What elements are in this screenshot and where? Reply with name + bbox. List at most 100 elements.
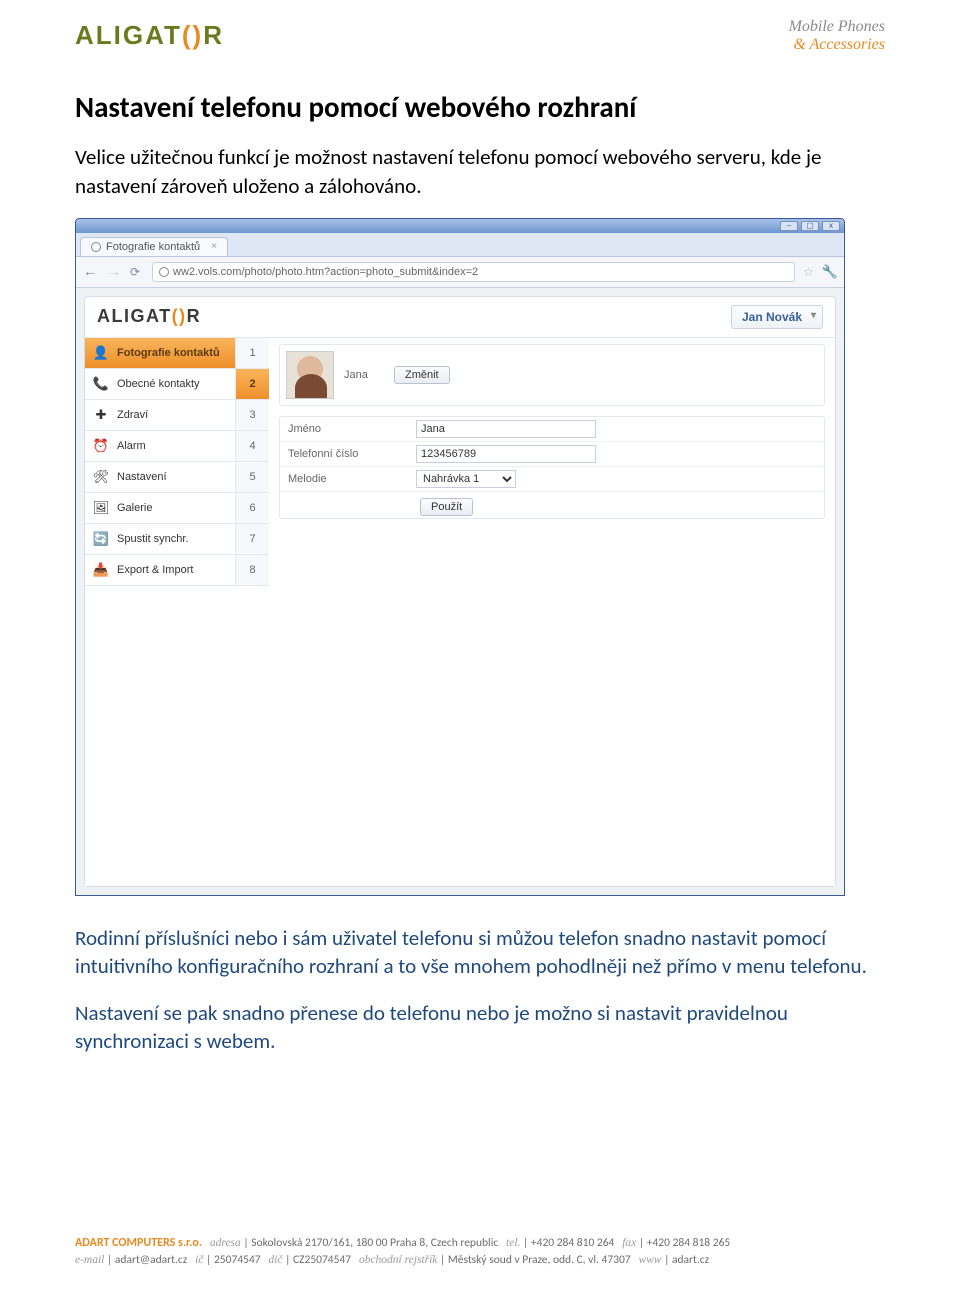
sidebar-item-4[interactable]: 🛠 Nastavení <box>85 462 235 493</box>
sidebar-item-7[interactable]: 📥 Export & Import <box>85 555 235 586</box>
tagline-line1: Mobile Phones <box>789 18 885 36</box>
intro-paragraph: Velice užitečnou funkcí je možnost nasta… <box>75 143 885 200</box>
number-item-8[interactable]: 8 <box>235 555 269 586</box>
reload-button[interactable]: ⟳ <box>130 265 144 279</box>
name-label: Jméno <box>280 419 410 439</box>
sidebar-item-0[interactable]: 👤 Fotografie kontaktů <box>85 338 235 369</box>
number-item-6[interactable]: 6 <box>235 493 269 524</box>
footer-address: Sokolovská 2170/161, 180 00 Praha 8, Cze… <box>251 1236 498 1250</box>
sidebar-item-label: Obecné kontakty <box>117 378 200 390</box>
logo-text-part1: ALIGAT <box>75 20 182 51</box>
app-logo-paren-close-icon: ) <box>179 306 187 327</box>
footer-www: adart.cz <box>672 1253 709 1267</box>
sidebar-item-3[interactable]: ⏰ Alarm <box>85 431 235 462</box>
number-item-4[interactable]: 4 <box>235 431 269 462</box>
footer-email: adart@adart.cz <box>115 1253 187 1267</box>
app-logo: ALIGAT ( ) R <box>97 306 201 327</box>
blank-area <box>85 586 835 886</box>
app-logo-part2: R <box>187 306 202 327</box>
user-chip[interactable]: Jan Novák <box>731 305 823 329</box>
photo-row: Jana Změnit <box>279 344 825 406</box>
close-button[interactable]: x <box>822 221 840 231</box>
menu-icon: 🖼 <box>93 500 109 516</box>
number-item-5[interactable]: 5 <box>235 462 269 493</box>
number-item-1[interactable]: 1 <box>235 338 269 369</box>
sidebar-item-label: Nastavení <box>117 471 167 483</box>
footer-ic: 25074547 <box>214 1253 261 1267</box>
menu-icon: ✚ <box>93 407 109 423</box>
menu-icon: ⏰ <box>93 438 109 454</box>
footer-reg: Městský soud v Praze, odd. C, vl. 47307 <box>448 1253 631 1267</box>
menu-icon: 🛠 <box>93 469 109 485</box>
menu-icon: 📥 <box>93 562 109 578</box>
sidebar-item-1[interactable]: 📞Obecné kontakty <box>85 369 235 400</box>
sidebar-item-label: Zdraví <box>117 409 148 421</box>
number-column: 12345678 <box>235 338 269 586</box>
number-item-2[interactable]: 2 <box>235 369 269 400</box>
photo-name: Jana <box>344 369 384 381</box>
logo: ALIGAT ( ) R <box>75 20 224 51</box>
phone-field[interactable] <box>416 445 596 463</box>
footer-fax: +420 284 818 265 <box>647 1236 730 1250</box>
site-globe-icon <box>159 267 169 277</box>
paragraph-2: Rodinní příslušníci nebo i sám uživatel … <box>75 924 885 981</box>
app-logo-part1: ALIGAT <box>97 306 172 327</box>
form-area: Jana Změnit Jméno Telefonní číslo <box>269 338 835 586</box>
footer-tel: +420 284 810 264 <box>531 1236 614 1250</box>
logo-paren-close-icon: ) <box>193 20 204 51</box>
form-table: Jméno Telefonní číslo Melodie <box>279 416 825 519</box>
number-item-7[interactable]: 7 <box>235 524 269 555</box>
tab-strip: Fotografie kontaktů × <box>76 233 844 257</box>
maximize-button[interactable]: ▢ <box>801 221 819 231</box>
melody-label: Melodie <box>280 469 410 489</box>
sidebar-item-label: Export & Import <box>117 564 193 576</box>
bookmark-star-icon[interactable]: ☆ <box>803 265 814 279</box>
url-text: ww2.vols.com/photo/photo.htm?action=phot… <box>173 266 478 278</box>
tagline-line2: & Accessories <box>789 36 885 54</box>
tab-close-icon[interactable]: × <box>211 241 217 252</box>
menu-icon: 🔄 <box>93 531 109 547</box>
browser-window: – ▢ x Fotografie kontaktů × ← → ⟳ ww2.vo… <box>75 218 845 896</box>
footer-tel-label: tel. <box>506 1237 520 1249</box>
page-title: Nastavení telefonu pomocí webového rozhr… <box>75 89 885 125</box>
sidebar-item-5[interactable]: 🖼 Galerie <box>85 493 235 524</box>
sidebar-item-2[interactable]: ✚ Zdraví <box>85 400 235 431</box>
address-bar[interactable]: ww2.vols.com/photo/photo.htm?action=phot… <box>152 262 795 282</box>
tab-title: Fotografie kontaktů <box>106 241 200 253</box>
sidebar-item-label: Spustit synchr. <box>117 533 189 545</box>
footer-company: ADART COMPUTERS s.r.o. <box>75 1236 202 1250</box>
globe-icon <box>91 242 101 252</box>
change-button[interactable]: Změnit <box>394 366 450 384</box>
app-logo-paren-open-icon: ( <box>172 306 180 327</box>
footer-address-label: adresa <box>210 1237 241 1249</box>
melody-select[interactable]: Nahrávka 1 <box>416 470 516 488</box>
footer-email-label: e-mail <box>75 1254 104 1266</box>
url-bar: ← → ⟳ ww2.vols.com/photo/photo.htm?actio… <box>76 257 844 288</box>
forward-button[interactable]: → <box>106 264 122 280</box>
wrench-icon[interactable]: 🔧 <box>822 264 838 280</box>
footer-dic: CZ25074547 <box>293 1253 351 1267</box>
tagline: Mobile Phones & Accessories <box>789 18 885 53</box>
logo-paren-open-icon: ( <box>182 20 193 51</box>
footer-dic-label: dič <box>268 1254 282 1266</box>
avatar <box>286 351 334 399</box>
sidebar-item-label: Fotografie kontaktů <box>117 347 220 359</box>
footer: ADART COMPUTERS s.r.o. adresa | Sokolovs… <box>0 1234 960 1270</box>
window-titlebar: – ▢ x <box>76 219 844 233</box>
apply-button[interactable]: Použít <box>420 498 473 516</box>
footer-reg-label: obchodní rejstřík <box>359 1254 437 1266</box>
footer-fax-label: fax <box>622 1237 636 1249</box>
sidebar-item-label: Galerie <box>117 502 152 514</box>
number-item-3[interactable]: 3 <box>235 400 269 431</box>
browser-tab[interactable]: Fotografie kontaktů × <box>80 237 228 256</box>
menu-icon: 👤 <box>93 345 109 361</box>
sidebar-item-label: Alarm <box>117 440 146 452</box>
name-field[interactable] <box>416 420 596 438</box>
phone-label: Telefonní číslo <box>280 444 410 464</box>
logo-text-part2: R <box>203 20 224 51</box>
back-button[interactable]: ← <box>82 264 98 280</box>
sidebar-item-6[interactable]: 🔄 Spustit synchr. <box>85 524 235 555</box>
footer-ic-label: ič <box>195 1254 203 1266</box>
minimize-button[interactable]: – <box>780 221 798 231</box>
paragraph-3: Nastavení se pak snadno přenese do telef… <box>75 999 885 1056</box>
